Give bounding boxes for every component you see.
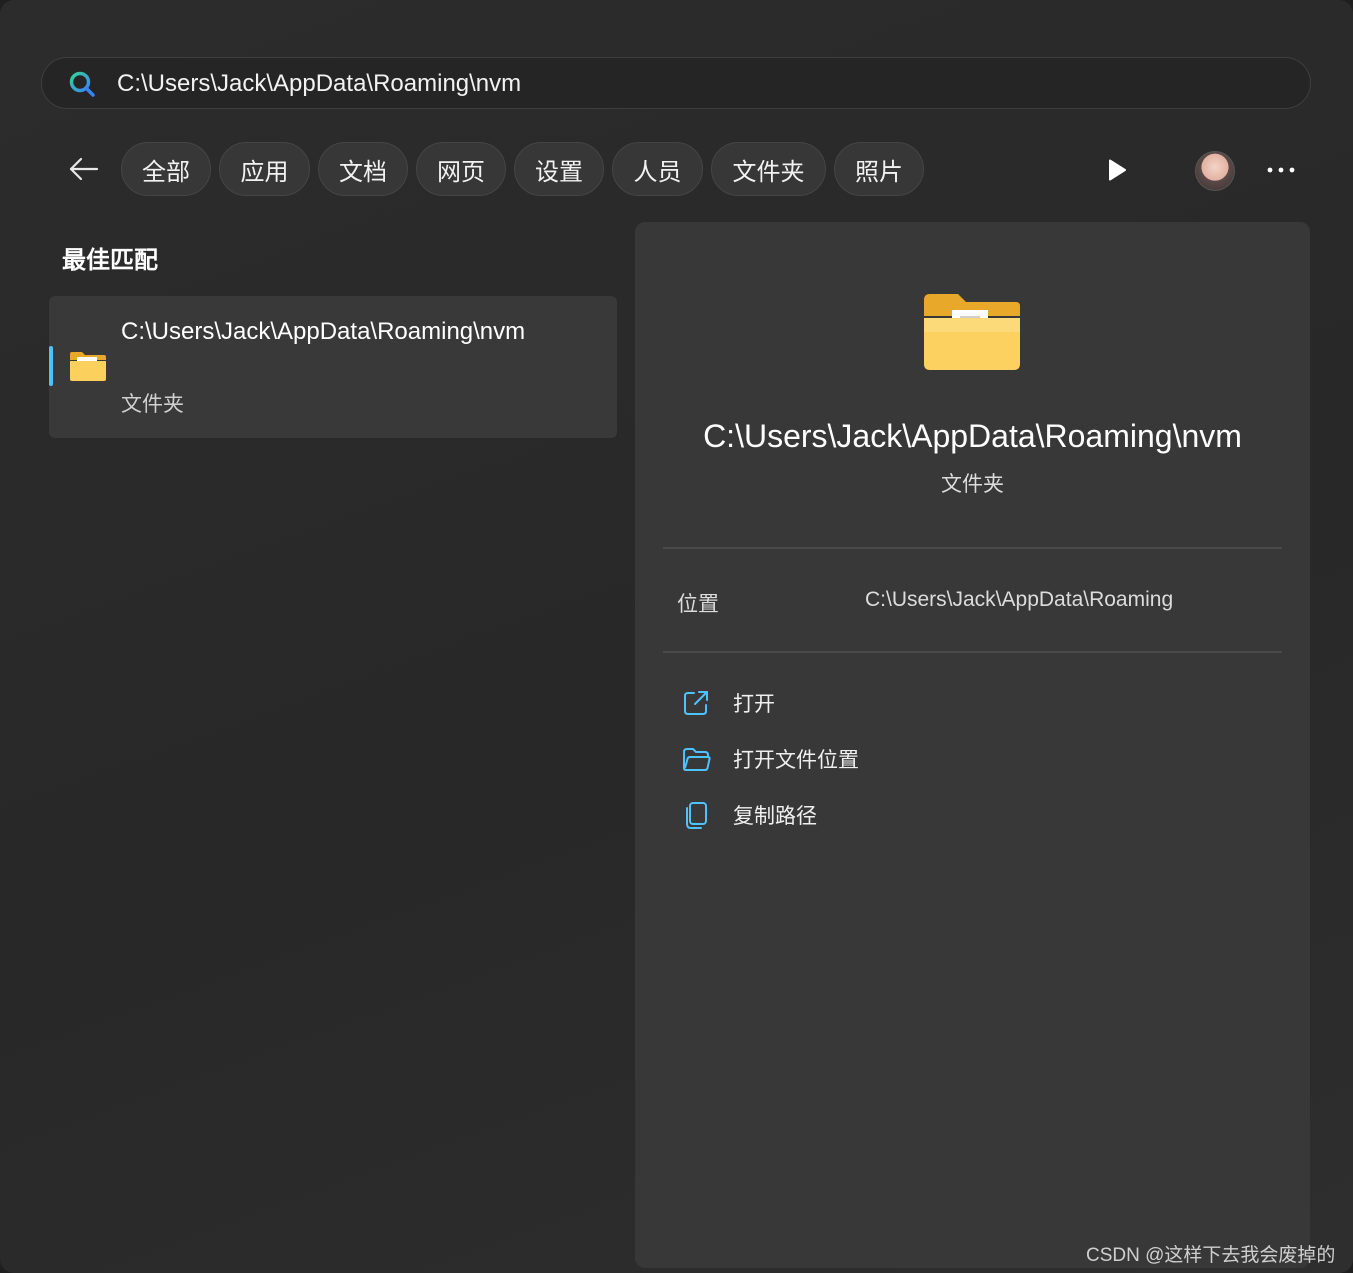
- detail-title: C:\Users\Jack\AppData\Roaming\nvm: [703, 418, 1242, 454]
- filter-chip-documents[interactable]: 文档: [318, 142, 408, 196]
- watermark: CSDN @这样下去我会废掉的: [1086, 1245, 1336, 1266]
- location-value: C:\Users\Jack\AppData\Roaming: [865, 588, 1174, 611]
- back-arrow-icon[interactable]: [66, 152, 100, 186]
- filter-chip-settings[interactable]: 设置: [514, 142, 604, 196]
- best-match-heading: 最佳匹配: [62, 247, 158, 274]
- open-action-label: 打开: [733, 693, 775, 716]
- search-bar[interactable]: C:\Users\Jack\AppData\Roaming\nvm: [41, 57, 1311, 109]
- search-icon: [69, 71, 95, 97]
- location-label: 位置: [677, 593, 719, 616]
- avatar[interactable]: [1195, 151, 1235, 191]
- more-icon[interactable]: [1266, 166, 1296, 174]
- folder-open-icon: [683, 748, 711, 771]
- selection-indicator: [49, 346, 53, 386]
- open-file-location-action[interactable]: 打开文件位置: [681, 742, 859, 776]
- filter-chip-apps[interactable]: 应用: [219, 142, 310, 196]
- folder-icon: [924, 294, 1020, 370]
- folder-icon: [70, 352, 106, 381]
- filter-chip-photos[interactable]: 照片: [834, 142, 924, 196]
- search-window: C:\Users\Jack\AppData\Roaming\nvm 全部 应用 …: [0, 0, 1353, 1273]
- open-action[interactable]: 打开: [681, 686, 775, 720]
- filter-chip-web[interactable]: 网页: [416, 142, 506, 196]
- divider: [663, 547, 1282, 549]
- divider: [663, 651, 1282, 653]
- detail-type: 文件夹: [941, 473, 1004, 496]
- copy-path-action[interactable]: 复制路径: [681, 798, 817, 832]
- open-file-location-label: 打开文件位置: [733, 749, 859, 772]
- play-icon[interactable]: [1104, 157, 1130, 183]
- filter-chip-people[interactable]: 人员: [612, 142, 703, 196]
- best-match-result[interactable]: C:\Users\Jack\AppData\Roaming\nvm 文件夹: [49, 296, 617, 438]
- copy-icon: [686, 802, 707, 829]
- copy-path-label: 复制路径: [733, 805, 817, 828]
- filter-chip-all[interactable]: 全部: [121, 142, 211, 196]
- detail-panel: C:\Users\Jack\AppData\Roaming\nvm 文件夹 位置…: [635, 222, 1310, 1268]
- filter-chip-folders[interactable]: 文件夹: [711, 142, 826, 196]
- open-external-icon: [684, 691, 708, 715]
- result-type: 文件夹: [121, 393, 184, 416]
- search-input[interactable]: C:\Users\Jack\AppData\Roaming\nvm: [117, 70, 521, 98]
- result-name: C:\Users\Jack\AppData\Roaming\nvm: [121, 318, 526, 345]
